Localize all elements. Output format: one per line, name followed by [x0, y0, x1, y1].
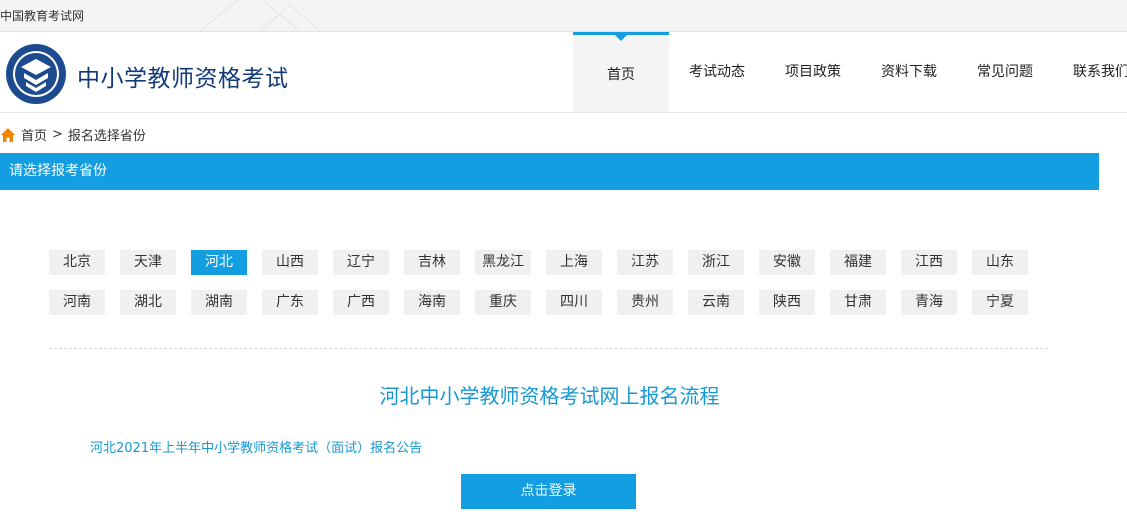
decorative-mountain-lines — [199, 0, 321, 31]
breadcrumb-current: 报名选择省份 — [67, 129, 146, 144]
nav-item-0[interactable]: 首页 — [573, 32, 669, 112]
nav-item-2[interactable]: 项目政策 — [765, 32, 861, 112]
top-bar: 中国教育考试网 — [0, 0, 1127, 32]
province-button[interactable]: 山西 — [262, 250, 318, 275]
notice-link[interactable]: 河北2021年上半年中小学教师资格考试（面试）报名公告 — [90, 437, 422, 456]
top-site-name[interactable]: 中国教育考试网 — [0, 7, 84, 24]
site-title[interactable]: 中小学教师资格考试 — [77, 59, 289, 93]
province-button[interactable]: 湖南 — [191, 290, 247, 315]
province-button[interactable]: 宁夏 — [972, 290, 1028, 315]
province-button[interactable]: 上海 — [546, 250, 602, 275]
nav-item-4[interactable]: 常见问题 — [957, 32, 1053, 112]
login-button[interactable]: 点击登录 — [461, 474, 636, 509]
flow-title: 河北中小学教师资格考试网上报名流程 — [379, 384, 720, 408]
province-button[interactable]: 四川 — [546, 290, 602, 315]
province-button[interactable]: 贵州 — [617, 290, 673, 315]
province-button[interactable]: 安徽 — [759, 250, 815, 275]
nav-item-3[interactable]: 资料下载 — [861, 32, 957, 112]
header: 中小学教师资格考试 首页 考试动态 项目政策 资料下载 常见问题 联系我们 — [0, 32, 1127, 113]
province-button[interactable]: 黑龙江 — [475, 250, 531, 275]
province-button[interactable]: 山东 — [972, 250, 1028, 275]
divider — [49, 348, 1048, 349]
province-button[interactable]: 甘肃 — [830, 290, 886, 315]
section-title-bar: 请选择报考省份 — [0, 153, 1099, 190]
province-button[interactable]: 重庆 — [475, 290, 531, 315]
nav-item-1[interactable]: 考试动态 — [669, 32, 765, 112]
province-button[interactable]: 陕西 — [759, 290, 815, 315]
province-button[interactable]: 辽宁 — [333, 250, 389, 275]
province-button[interactable]: 吉林 — [404, 250, 460, 275]
province-button[interactable]: 广东 — [262, 290, 318, 315]
province-button[interactable]: 云南 — [688, 290, 744, 315]
breadcrumb-separator: > — [52, 127, 63, 142]
province-selector: 北京 天津 河北 山西 辽宁 吉林 黑龙江 上海 江苏 浙江 安徽 福建 江西 山东 河南 湖北 湖南 广东 广西… — [49, 250, 1049, 330]
logo-icon[interactable] — [5, 43, 67, 105]
province-button[interactable]: 福建 — [830, 250, 886, 275]
main-nav: 首页 考试动态 项目政策 资料下载 常见问题 联系我们 — [573, 32, 1127, 112]
province-button[interactable]: 海南 — [404, 290, 460, 315]
province-button[interactable]: 青海 — [901, 290, 957, 315]
province-row-2: 河南 湖北 湖南 广东 广西 海南 重庆 四川 贵州 云南 陕西 甘肃 青海 宁夏 — [49, 290, 1049, 315]
province-button[interactable]: 江西 — [901, 250, 957, 275]
nav-item-5[interactable]: 联系我们 — [1053, 32, 1127, 112]
breadcrumb-home[interactable]: 首页 — [21, 125, 47, 144]
province-button[interactable]: 江苏 — [617, 250, 673, 275]
breadcrumb: 首页 > 报名选择省份 — [0, 125, 146, 144]
province-button[interactable]: 天津 — [120, 250, 176, 275]
province-button[interactable]: 广西 — [333, 290, 389, 315]
province-button[interactable]: 河北 — [191, 250, 247, 275]
home-icon — [1, 127, 15, 142]
province-row-1: 北京 天津 河北 山西 辽宁 吉林 黑龙江 上海 江苏 浙江 安徽 福建 江西 山东 — [49, 250, 1049, 275]
province-button[interactable]: 湖北 — [120, 290, 176, 315]
province-button[interactable]: 北京 — [49, 250, 105, 275]
province-button[interactable]: 河南 — [49, 290, 105, 315]
province-button[interactable]: 浙江 — [688, 250, 744, 275]
